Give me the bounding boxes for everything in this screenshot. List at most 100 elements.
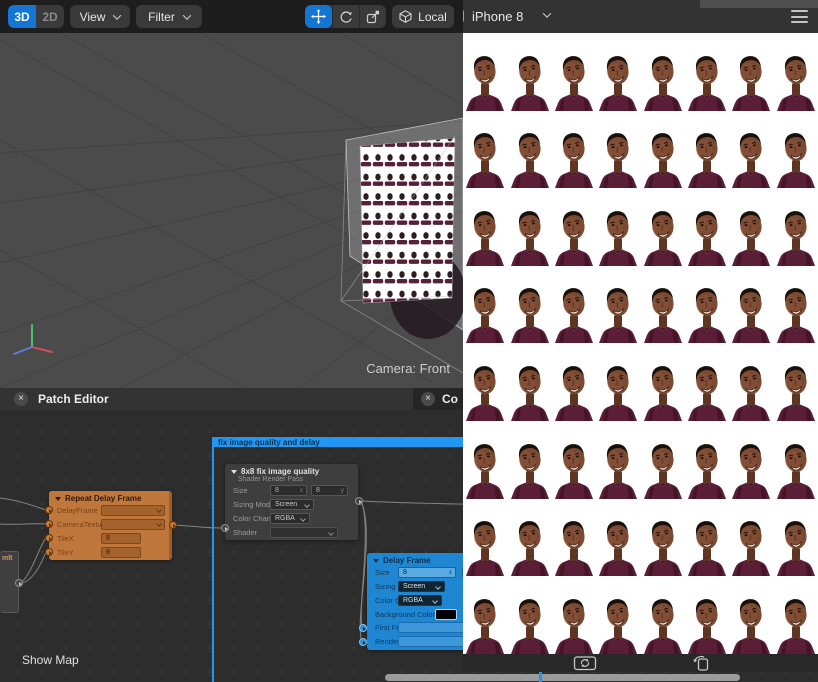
patch-editor-tabbar: × Patch Editor × Co — [0, 388, 463, 410]
node-emitter-label: mlt — [2, 555, 13, 562]
face-image — [774, 111, 818, 189]
face-image — [463, 266, 507, 344]
camera-flip-icon — [573, 656, 597, 671]
face-image — [552, 188, 596, 266]
filter-menu-button[interactable]: Filter — [136, 5, 202, 28]
face-row — [463, 343, 818, 421]
node-shader-render-pass[interactable]: 8x8 fix image quality Shader Render Pass… — [225, 464, 358, 540]
device-selector[interactable]: iPhone 8 — [472, 9, 523, 24]
close-icon[interactable]: × — [14, 392, 28, 406]
collapse-triangle-icon[interactable] — [373, 559, 379, 563]
shader-output-port[interactable] — [355, 497, 363, 505]
shader-dropdown[interactable] — [270, 527, 338, 538]
face-image — [463, 421, 507, 499]
face-row — [463, 499, 818, 577]
face-image — [596, 421, 640, 499]
face-image — [774, 499, 818, 577]
face-image — [552, 499, 596, 577]
tiley-input-port[interactable] — [45, 548, 53, 556]
face-image — [729, 33, 773, 111]
face-image — [774, 188, 818, 266]
sizing-mode-dropdown[interactable]: Screen — [398, 581, 445, 592]
viewport-scene — [0, 33, 463, 388]
face-image — [774, 266, 818, 344]
size-input[interactable]: 8x — [398, 567, 456, 578]
face-image — [463, 188, 507, 266]
scale-tool-button[interactable] — [360, 5, 386, 28]
sizing-mode-dropdown[interactable]: Screen — [270, 499, 314, 510]
move-tool-button[interactable] — [305, 5, 332, 28]
face-grid — [463, 33, 818, 654]
face-row — [463, 266, 818, 344]
face-image — [685, 576, 729, 654]
face-image — [729, 266, 773, 344]
node-title: 8x8 fix image quality — [231, 467, 319, 476]
rotate-device-button[interactable] — [691, 654, 711, 672]
port-label: DelayFrame — [57, 506, 98, 515]
cube-icon — [399, 10, 412, 23]
face-image — [596, 266, 640, 344]
face-image — [641, 266, 685, 344]
3d-viewport[interactable] — [0, 33, 463, 388]
delayframe-input-port[interactable] — [45, 506, 53, 514]
tiley-input[interactable]: 8 — [101, 547, 141, 558]
tilex-input-port[interactable] — [45, 534, 53, 542]
face-image — [729, 111, 773, 189]
horizontal-scrollbar[interactable] — [385, 674, 740, 681]
background-color-swatch[interactable] — [435, 609, 457, 620]
collapse-triangle-icon[interactable] — [231, 470, 237, 474]
rotate-tool-button[interactable] — [333, 5, 359, 28]
scale-icon — [366, 10, 380, 23]
show-map-toggle[interactable]: Show Map — [22, 653, 79, 667]
first-frame-input-port[interactable] — [359, 624, 367, 632]
cameratexture-input-port[interactable] — [45, 520, 53, 528]
menu-icon[interactable] — [791, 10, 808, 23]
chevron-down-icon — [328, 529, 334, 536]
mode-3d-button[interactable]: 3D — [8, 5, 36, 28]
group-border-left — [212, 437, 214, 682]
face-image — [552, 266, 596, 344]
tab-patch-editor[interactable]: Patch Editor — [38, 392, 109, 406]
view-menu-button[interactable]: View — [70, 5, 130, 28]
chevron-down-icon — [542, 9, 552, 18]
chevron-down-icon — [156, 507, 162, 513]
face-image — [552, 33, 596, 111]
face-image — [729, 188, 773, 266]
app-window: Camera: Front fix image quality and dela… — [0, 0, 818, 682]
repeat-output-port[interactable] — [169, 521, 177, 529]
emitter-output-port[interactable] — [15, 579, 23, 587]
collapse-triangle-icon[interactable] — [55, 497, 61, 501]
chevron-down-icon — [435, 583, 441, 590]
simulator-screen[interactable] — [463, 33, 818, 654]
size-height-input[interactable]: 8y — [311, 485, 348, 496]
shader-input-port[interactable] — [221, 524, 229, 532]
close-icon[interactable]: × — [421, 392, 435, 406]
tilex-input[interactable]: 8 — [101, 533, 141, 544]
main-toolbar: 3D 2D View Filter Local — [0, 0, 463, 33]
face-image — [685, 266, 729, 344]
group-title: fix image quality and delay — [218, 437, 320, 447]
cameratexture-dropdown[interactable] — [101, 519, 165, 530]
delayframe-dropdown[interactable] — [101, 505, 165, 516]
mode-2d-button[interactable]: 2D — [36, 5, 64, 28]
size-width-input[interactable]: 8x — [270, 485, 307, 496]
face-image — [507, 266, 551, 344]
face-image — [507, 343, 551, 421]
node-repeat-delay-frame[interactable]: Repeat Delay Frame DelayFrame CameraText… — [49, 491, 172, 560]
tab-console[interactable]: × Co — [413, 388, 463, 410]
local-world-toggle[interactable]: Local — [392, 5, 454, 28]
face-image — [463, 499, 507, 577]
color-channel-dropdown[interactable]: RGBA — [270, 513, 310, 524]
face-image — [729, 421, 773, 499]
chevron-down-icon — [182, 10, 192, 20]
tiled-texture-plane — [359, 137, 456, 304]
port-label: TileX — [57, 534, 74, 543]
color-channel-dropdown[interactable]: RGBA — [398, 595, 442, 606]
group-border-tick — [539, 672, 542, 682]
render-pass-input-port[interactable] — [359, 638, 367, 646]
face-image — [729, 343, 773, 421]
toggle-camera-button[interactable] — [573, 654, 597, 672]
face-image — [596, 499, 640, 577]
face-row — [463, 111, 818, 189]
face-image — [685, 188, 729, 266]
